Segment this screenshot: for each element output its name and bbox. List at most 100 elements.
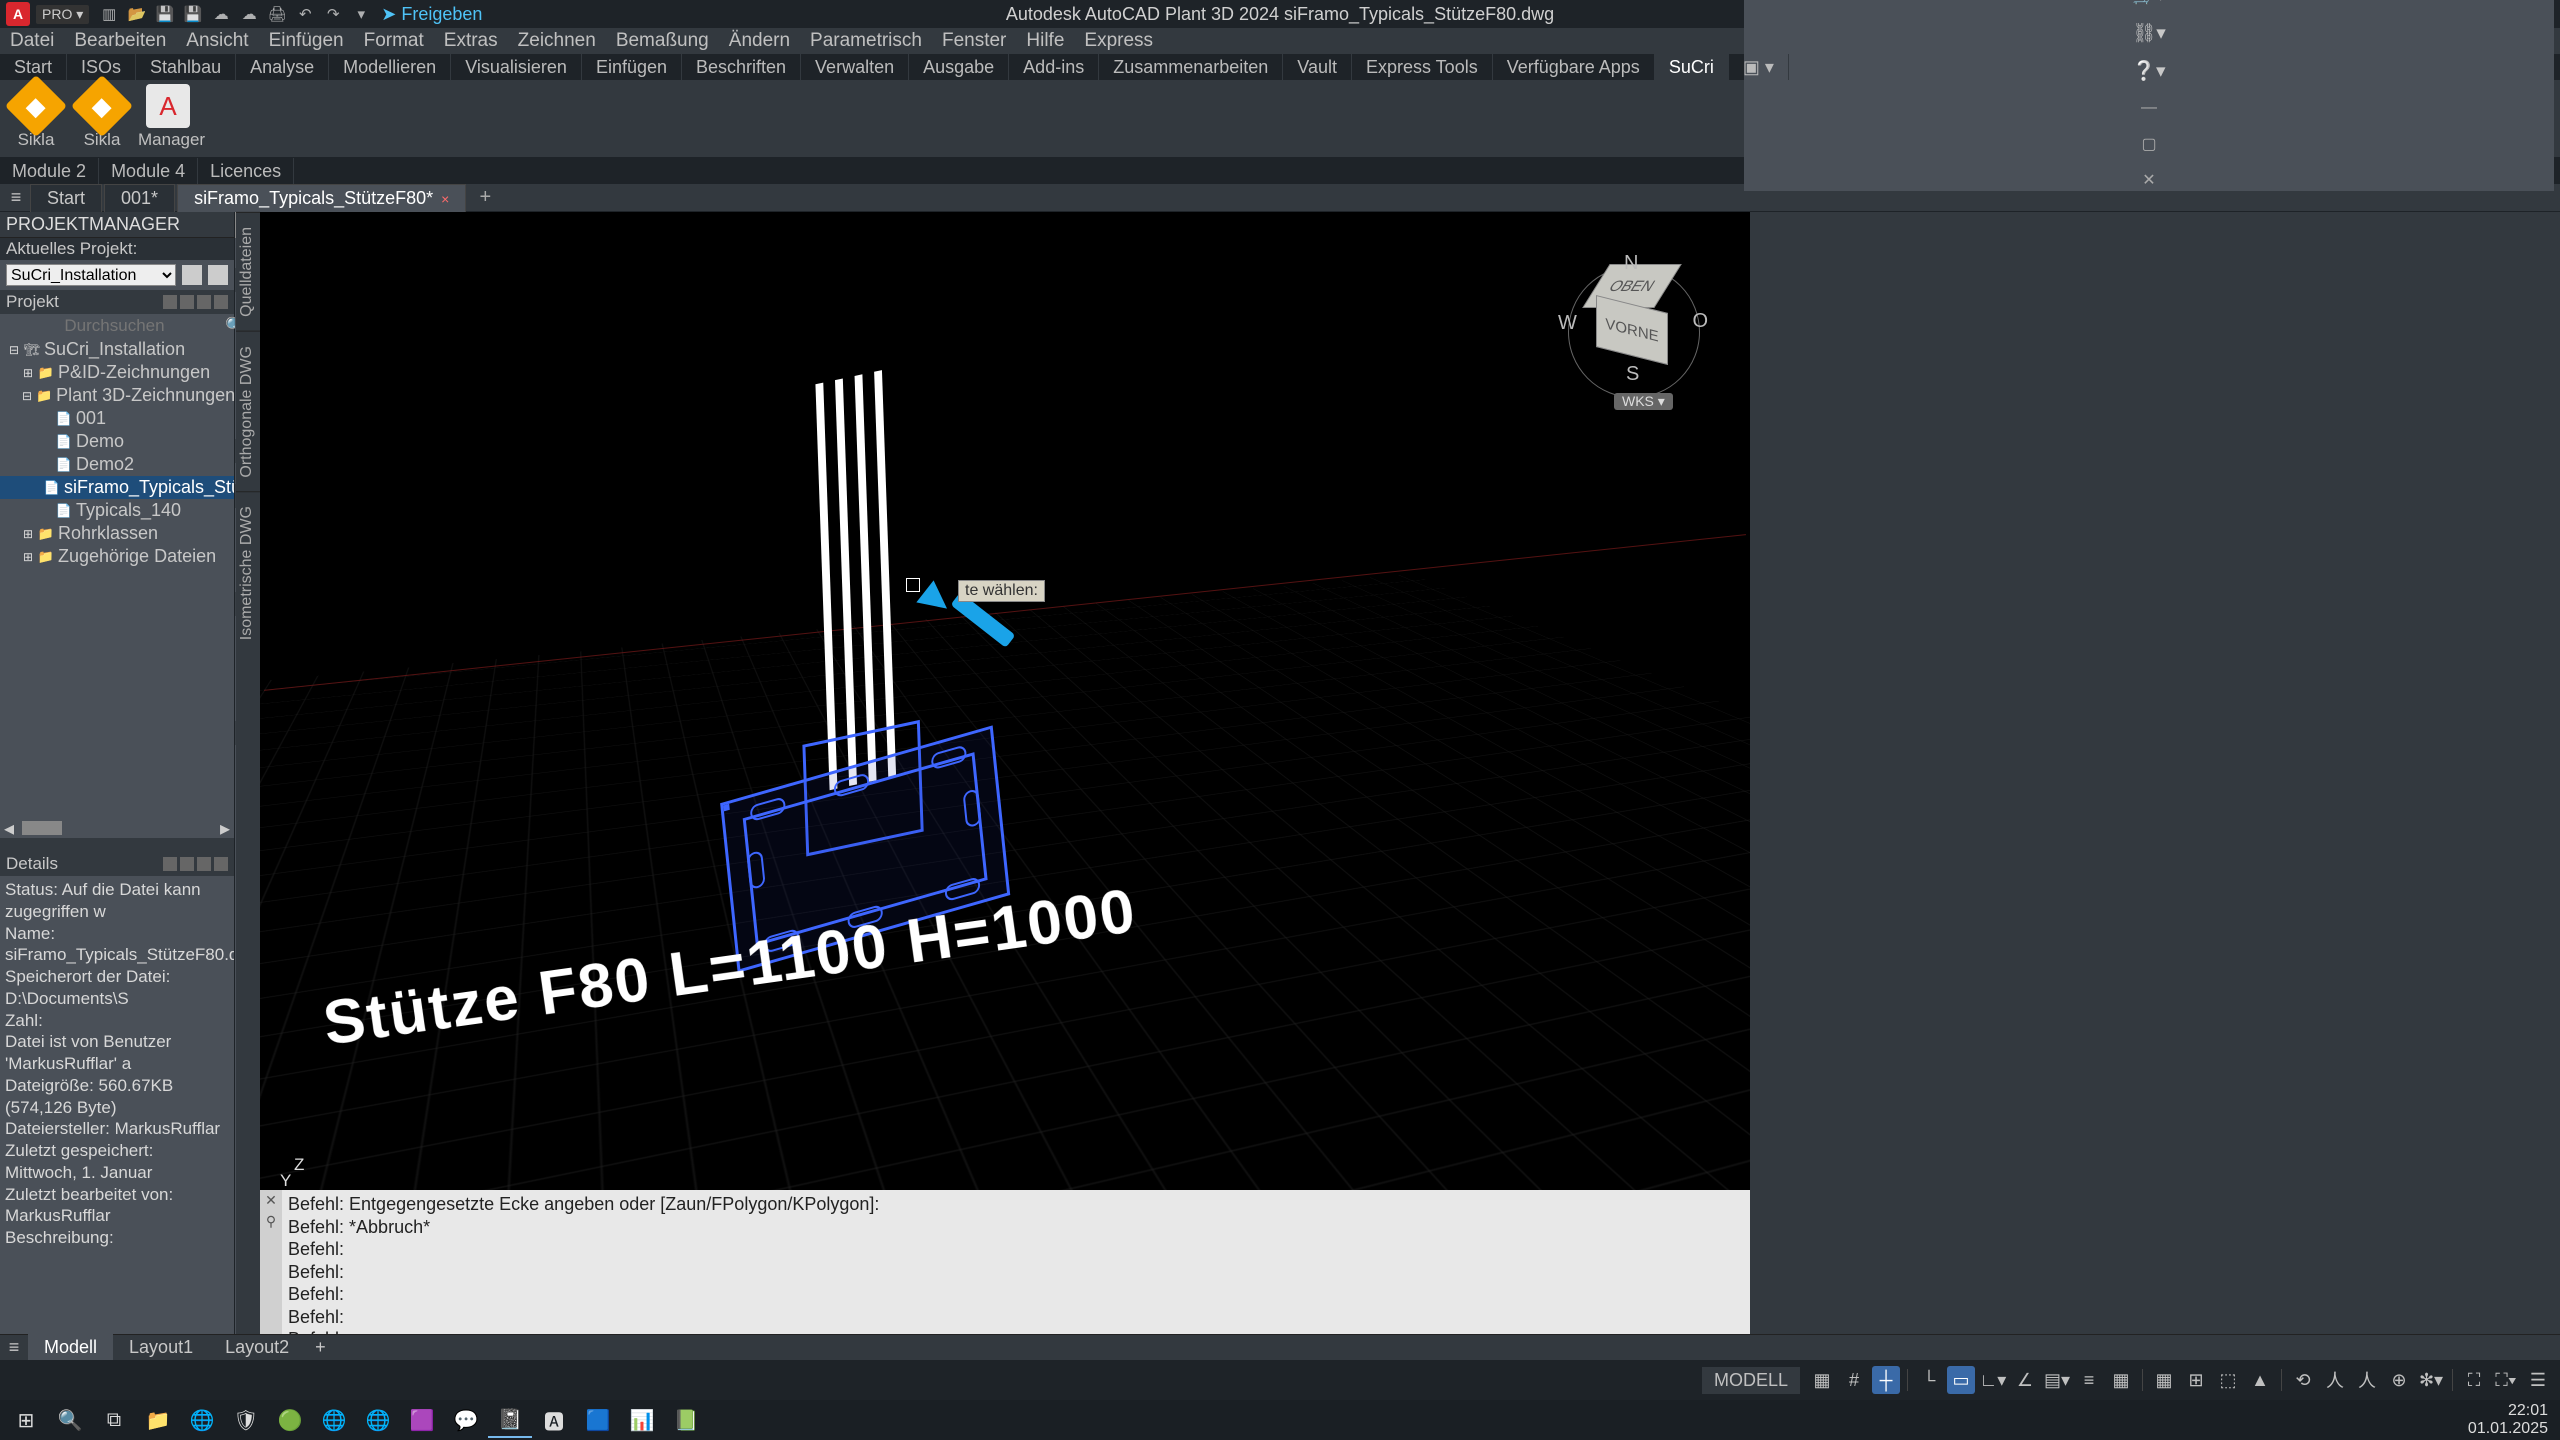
apps-icon[interactable]: ⛓▾ xyxy=(2132,21,2166,45)
taskbar-app-9[interactable]: 🟪 xyxy=(400,1402,444,1438)
status-button-15[interactable]: 人 xyxy=(2321,1366,2349,1394)
menu-bemaßung[interactable]: Bemaßung xyxy=(616,30,709,52)
subtab-2[interactable]: Licences xyxy=(198,158,294,184)
menu-bearbeiten[interactable]: Bearbeiten xyxy=(74,30,166,52)
undo-icon[interactable]: ↶ xyxy=(295,4,315,24)
scroll-thumb[interactable] xyxy=(22,821,62,835)
project-tree[interactable]: ⊟🏗SuCri_Installation⊞📁P&ID-Zeichnungen⊟📁… xyxy=(0,338,234,818)
compass-e[interactable]: O xyxy=(1692,310,1708,333)
doc-tab-1[interactable]: 001* xyxy=(104,184,175,212)
menu-einfügen[interactable]: Einfügen xyxy=(269,30,344,52)
close-tab-icon[interactable]: × xyxy=(441,191,449,207)
taskbar-app-1[interactable]: 🔍 xyxy=(48,1402,92,1438)
side-tab-1[interactable]: Orthogonale DWG xyxy=(236,331,260,492)
taskbar-app-0[interactable]: ⊞ xyxy=(4,1402,48,1438)
status-button-6[interactable]: ∠ xyxy=(2011,1366,2039,1394)
project-tool-icon[interactable] xyxy=(182,265,202,285)
taskbar-app-12[interactable]: 🅰 xyxy=(532,1402,576,1438)
taskbar-clock[interactable]: 22:01 01.01.2025 xyxy=(2468,1402,2556,1437)
tree-twisty-icon[interactable]: ⊞ xyxy=(22,527,34,541)
viewcube[interactable]: OBEN VORNE N S W O WKS ▾ xyxy=(1560,256,1710,416)
tree-tool4-icon[interactable] xyxy=(214,295,228,309)
tree-node-7[interactable]: 📄Typicals_140 xyxy=(0,499,234,522)
maximize-button[interactable]: ▢ xyxy=(2132,133,2166,155)
taskbar-app-11[interactable]: 📓 xyxy=(488,1402,532,1438)
compass-w[interactable]: W xyxy=(1558,312,1577,335)
status-button-19[interactable]: ⛶ xyxy=(2460,1366,2488,1394)
doc-tab-0[interactable]: Start xyxy=(30,184,102,212)
layout-tab-modell[interactable]: Modell xyxy=(28,1334,113,1361)
status-button-1[interactable]: # xyxy=(1840,1366,1868,1394)
menu-format[interactable]: Format xyxy=(364,30,424,52)
menu-zeichnen[interactable]: Zeichnen xyxy=(518,30,596,52)
cmd-close-icon[interactable]: ✕ xyxy=(265,1192,277,1209)
status-button-16[interactable]: 人 xyxy=(2353,1366,2381,1394)
menu-fenster[interactable]: Fenster xyxy=(942,30,1006,52)
ribbon-tab-15[interactable]: SuCri xyxy=(1655,54,1729,80)
status-button-12[interactable]: ⬚ xyxy=(2214,1366,2242,1394)
status-button-0[interactable]: ▦ xyxy=(1808,1366,1836,1394)
ribbon-tab-3[interactable]: Analyse xyxy=(236,54,329,80)
tree-twisty-icon[interactable]: ⊟ xyxy=(22,389,32,403)
new-icon[interactable]: ▥ xyxy=(99,4,119,24)
saveas-icon[interactable]: 💾 xyxy=(183,4,203,24)
wcs-badge[interactable]: WKS ▾ xyxy=(1614,393,1673,410)
tree-node-6[interactable]: 📄siFramo_Typicals_StützeF8 xyxy=(0,476,234,499)
ribbon-button-sikla-0[interactable]: ◆Sikla xyxy=(6,84,66,150)
print-icon[interactable]: 🖨 xyxy=(267,4,287,24)
tree-tool2-icon[interactable] xyxy=(180,295,194,309)
taskbar-app-8[interactable]: 🌐 xyxy=(356,1402,400,1438)
model-space-button[interactable]: MODELL xyxy=(1702,1367,1800,1394)
taskbar-app-7[interactable]: 🌐 xyxy=(312,1402,356,1438)
add-layout-button[interactable]: + xyxy=(305,1334,336,1361)
ribbon-tab-11[interactable]: Zusammenarbeiten xyxy=(1099,54,1283,80)
cart-icon[interactable]: 🛒▾ xyxy=(2132,0,2165,7)
status-button-21[interactable]: ☰ xyxy=(2524,1366,2552,1394)
ribbon-tab-9[interactable]: Ausgabe xyxy=(909,54,1009,80)
qat-caret-icon[interactable]: ▾ xyxy=(351,4,371,24)
ribbon-tab-10[interactable]: Add-ins xyxy=(1009,54,1099,80)
status-button-14[interactable]: ⟲ xyxy=(2289,1366,2317,1394)
ribbon-tab-4[interactable]: Modellieren xyxy=(329,54,451,80)
scroll-right-icon[interactable]: ▸ xyxy=(216,816,234,841)
layout-tab-layout2[interactable]: Layout2 xyxy=(209,1334,305,1361)
det-tool3-icon[interactable] xyxy=(197,857,211,871)
menu-parametrisch[interactable]: Parametrisch xyxy=(810,30,922,52)
taskbar-app-4[interactable]: 🌐 xyxy=(180,1402,224,1438)
det-tool1-icon[interactable] xyxy=(163,857,177,871)
project-select[interactable]: SuCri_Installation xyxy=(6,264,176,286)
compass-s[interactable]: S xyxy=(1626,363,1639,386)
tree-hscrollbar[interactable]: ◂ ▸ xyxy=(0,818,234,838)
status-button-20[interactable]: ⛶▾ xyxy=(2492,1366,2520,1394)
status-button-3[interactable]: └ xyxy=(1915,1366,1943,1394)
app-icon[interactable]: A xyxy=(6,2,30,26)
status-button-11[interactable]: ⊞ xyxy=(2182,1366,2210,1394)
tree-node-9[interactable]: ⊞📁Zugehörige Dateien xyxy=(0,545,234,568)
help-icon[interactable]: ❔▾ xyxy=(2132,59,2165,83)
ribbon-tab-16[interactable]: ▣ ▾ xyxy=(1729,54,1789,80)
subtab-1[interactable]: Module 4 xyxy=(99,158,198,184)
open-icon[interactable]: 📂 xyxy=(127,4,147,24)
taskbar-app-6[interactable]: 🟢 xyxy=(268,1402,312,1438)
status-button-9[interactable]: ▦ xyxy=(2107,1366,2135,1394)
new-doc-tab-button[interactable]: + xyxy=(472,186,498,209)
share-button[interactable]: ➤ Freigeben xyxy=(381,4,482,25)
save-icon[interactable]: 💾 xyxy=(155,4,175,24)
taskbar-app-14[interactable]: 📊 xyxy=(620,1402,664,1438)
ribbon-tab-5[interactable]: Visualisieren xyxy=(451,54,582,80)
tree-node-2[interactable]: ⊟📁Plant 3D-Zeichnungen xyxy=(0,384,234,407)
minimize-button[interactable]: — xyxy=(2132,97,2166,119)
tree-tool1-icon[interactable] xyxy=(163,295,177,309)
scroll-left-icon[interactable]: ◂ xyxy=(0,816,18,841)
menu-ansicht[interactable]: Ansicht xyxy=(186,30,248,52)
status-button-5[interactable]: ∟▾ xyxy=(1979,1366,2007,1394)
det-tool4-icon[interactable] xyxy=(214,857,228,871)
ribbon-button-sikla-1[interactable]: ◆Sikla xyxy=(72,84,132,150)
taskbar-app-13[interactable]: 🟦 xyxy=(576,1402,620,1438)
layout-menu-icon[interactable]: ≡ xyxy=(0,1337,28,1358)
pro-badge[interactable]: PRO ▾ xyxy=(36,5,89,24)
status-button-17[interactable]: ⊕ xyxy=(2385,1366,2413,1394)
redo-icon[interactable]: ↷ xyxy=(323,4,343,24)
layout-tab-layout1[interactable]: Layout1 xyxy=(113,1334,209,1361)
doc-tab-2[interactable]: siFramo_Typicals_StützeF80*× xyxy=(177,184,466,212)
